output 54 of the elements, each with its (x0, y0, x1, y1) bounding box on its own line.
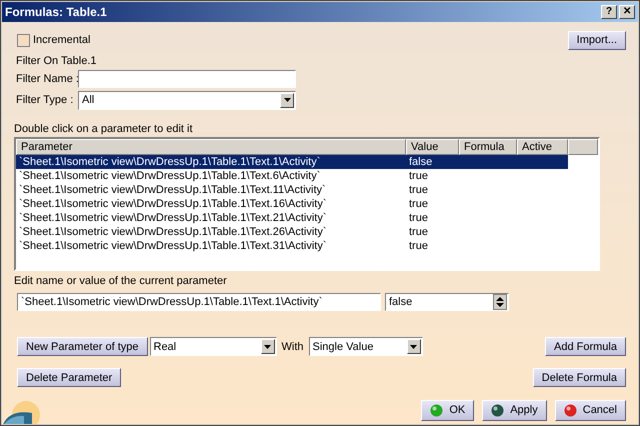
parameter-cell-text: `Sheet.1\Isometric view\DrwDressUp.1\Table.1\Text.1\Activity` (18, 156, 322, 168)
parameter-type-dropdown[interactable]: Real (150, 337, 276, 356)
filter-name-label: Filter Name : (16, 73, 78, 85)
table-row[interactable]: `Sheet.1\Isometric view\DrwDressUp.1\Table.1\Text.1\Activity` false (16, 155, 568, 169)
value-cell-text: false (408, 156, 434, 168)
table-row[interactable]: `Sheet.1\Isometric view\DrwDressUp.1\Table.1\Text.16\Activity` true (16, 197, 568, 211)
value-cell-text: true (408, 226, 429, 238)
dialog-button[interactable]: OK (421, 400, 474, 420)
table-row[interactable]: `Sheet.1\Isometric view\DrwDressUp.1\Table.1\Text.11\Activity` true (16, 183, 568, 197)
parameter-cell-text: `Sheet.1\Isometric view\DrwDressUp.1\Table.1\Text.31\Activity` (18, 240, 328, 252)
help-button[interactable]: ? (601, 5, 617, 19)
value-kind-dropdown[interactable]: Single Value (308, 337, 422, 356)
column-header[interactable]: Value (406, 139, 459, 155)
dialog-button[interactable]: Cancel (554, 400, 626, 420)
window-title: Formulas: Table.1 (5, 5, 107, 19)
close-button[interactable]: ✕ (619, 5, 635, 19)
parameter-value-field[interactable]: false (385, 293, 509, 311)
table-row[interactable]: `Sheet.1\Isometric view\DrwDressUp.1\Table.1\Text.31\Activity` true (16, 239, 568, 253)
value-cell-text: true (408, 198, 429, 210)
parameter-cell-text: `Sheet.1\Isometric view\DrwDressUp.1\Table.1\Text.26\Activity` (18, 226, 328, 238)
parameter-cell-text: `Sheet.1\Isometric view\DrwDressUp.1\Table.1\Text.6\Activity` (18, 170, 322, 182)
table-row[interactable]: `Sheet.1\Isometric view\DrwDressUp.1\Table.1\Text.26\Activity` true (16, 225, 568, 239)
filter-heading: Filter On Table.1 (16, 55, 98, 67)
import-button[interactable]: Import... (568, 30, 626, 50)
add-formula-button[interactable]: Add Formula (545, 337, 626, 356)
with-label: With (282, 340, 304, 352)
incremental-label: Incremental (33, 34, 90, 46)
new-parameter-button[interactable]: New Parameter of type (17, 337, 148, 356)
column-header[interactable]: Formula (459, 139, 517, 155)
dialog-button[interactable]: Apply (482, 400, 547, 420)
parameter-cell-text: `Sheet.1\Isometric view\DrwDressUp.1\Table.1\Text.11\Activity` (18, 184, 327, 196)
value-cell-text: true (408, 240, 429, 252)
delete-formula-button[interactable]: Delete Formula (532, 368, 626, 387)
column-header[interactable]: Parameter (16, 139, 406, 155)
filter-type-label: Filter Type : (16, 94, 74, 106)
dropdown-arrow-icon (264, 344, 271, 348)
filter-type-dropdown[interactable]: All (78, 90, 296, 110)
table-hint: Double click on a parameter to edit it (14, 123, 194, 135)
delete-parameter-button[interactable]: Delete Parameter (17, 368, 122, 387)
edit-hint: Edit name or value of the current parameter (14, 275, 228, 287)
incremental-checkbox[interactable] (17, 34, 30, 46)
value-cell-text: true (408, 170, 429, 182)
value-cell-text: true (408, 184, 429, 196)
column-header[interactable]: Active (517, 139, 568, 155)
table-row[interactable]: `Sheet.1\Isometric view\DrwDressUp.1\Table.1\Text.6\Activity` true (16, 169, 568, 183)
dropdown-arrow-icon (284, 98, 290, 102)
parameter-name-field[interactable]: `Sheet.1\Isometric view\DrwDressUp.1\Table.1\Text.1\Activity` (17, 293, 381, 311)
dropdown-arrow-icon (410, 344, 417, 348)
parameter-cell-text: `Sheet.1\Isometric view\DrwDressUp.1\Table.1\Text.21\Activity` (18, 212, 328, 224)
table-row[interactable]: `Sheet.1\Isometric view\DrwDressUp.1\Table.1\Text.21\Activity` true (16, 211, 568, 225)
filter-name-field[interactable] (78, 70, 296, 88)
spin-arrows-icon (494, 295, 506, 309)
value-cell-text: true (408, 212, 429, 224)
parameter-cell-text: `Sheet.1\Isometric view\DrwDressUp.1\Table.1\Text.16\Activity` (18, 198, 328, 210)
